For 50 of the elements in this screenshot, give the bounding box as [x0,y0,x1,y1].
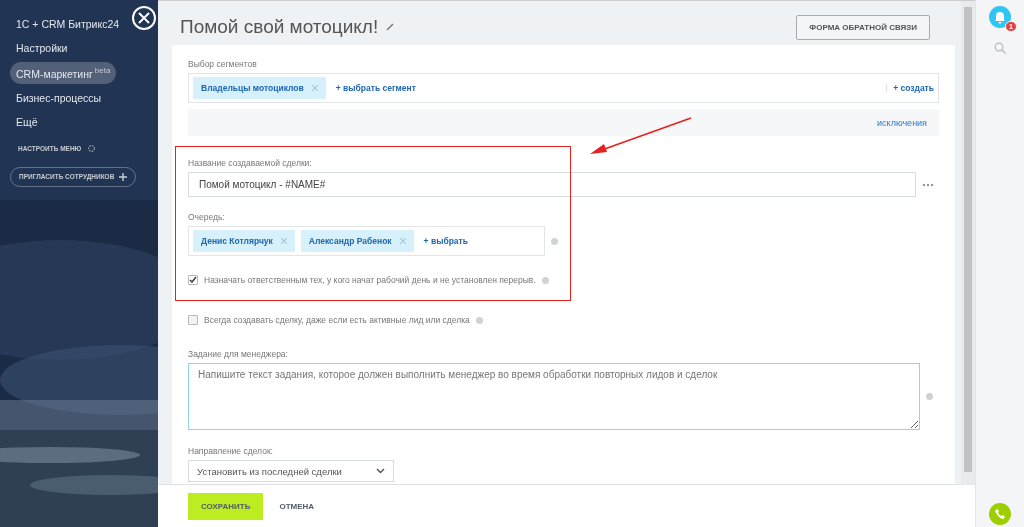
create-link[interactable]: + создать [886,83,934,93]
field-label: Очередь: [188,212,226,222]
phone-icon [994,508,1006,520]
select-user-link[interactable]: + выбрать [423,236,468,246]
select-segment-link[interactable]: + выбрать сегмент [335,83,416,93]
sidebar-item[interactable]: Настройки [10,38,74,58]
checkbox-label: Всегда создавать сделку, даже если есть активные лид или сделка [204,315,470,325]
help-icon[interactable] [541,276,549,284]
segment-tag[interactable]: Владельцы мотоциклов [193,77,326,99]
field-label: Название создаваемой сделки: [188,158,313,168]
close-button[interactable] [132,6,156,30]
remove-icon[interactable] [311,85,318,91]
scrollbar[interactable] [961,1,975,485]
user-tag[interactable]: Денис Котлярчук [193,230,295,252]
notification-button[interactable] [989,6,1011,28]
direction-dropdown[interactable]: Установить из последней сделки [188,460,394,482]
cancel-button[interactable]: ОТМЕНА [273,500,321,512]
chevron-icon [376,468,385,474]
user-tag[interactable]: Александр Рабенок [300,230,414,252]
task-field[interactable]: Напишите текст задания, которое должен выполнить менеджер во время обработки повторных лидов и сделок [188,363,920,430]
checkbox[interactable] [188,315,198,325]
feedback-button[interactable]: ФОРМА ОБРАТНОЙ СВЯЗИ [796,14,930,40]
gear-icon[interactable] [87,143,97,153]
help-icon[interactable] [475,316,483,324]
sidebar-item[interactable]: Бизнес-процессы [10,87,108,108]
bell-icon [993,10,1007,24]
checkbox-label: Назначать ответственным тех, у кого начат рабочий день и не установлен перерыв. [204,275,536,285]
page-title: Помой свой мотоцикл! [180,16,379,38]
pencil-icon[interactable] [386,23,395,31]
sidebar-item[interactable]: 1С + CRM Битрикс24 [10,14,126,34]
more-icon[interactable] [922,182,934,187]
deal-name-field[interactable]: Помой мотоцикл - #NAME# [188,172,916,197]
help-icon[interactable] [926,393,933,400]
close-icon [138,12,150,24]
field-label: Направление сделок: [188,446,274,456]
queue-field[interactable]: Денис Котлярчук Александр Рабенок + выбрать [188,226,545,256]
remove-icon[interactable] [280,238,287,244]
plus-icon [119,172,128,181]
save-button[interactable]: СОХРАНИТЬ [188,492,264,520]
sidebar-item[interactable]: CRM-маркетинг $^{beta}$ [10,62,117,84]
remove-icon[interactable] [399,238,406,244]
field-label: Задание для менеджера: [188,349,289,359]
segment-field[interactable]: Владельцы мотоциклов + выбрать сегмент + создать [188,73,939,103]
help-icon[interactable] [551,237,558,245]
exclusions-link[interactable]: исключения [877,117,927,128]
search-icon[interactable] [994,42,1006,54]
sidebar-item[interactable]: Ещё [10,111,44,132]
phone-button[interactable] [989,503,1011,525]
checkbox[interactable] [188,275,198,285]
field-label: Выбор сегментов [188,59,258,69]
